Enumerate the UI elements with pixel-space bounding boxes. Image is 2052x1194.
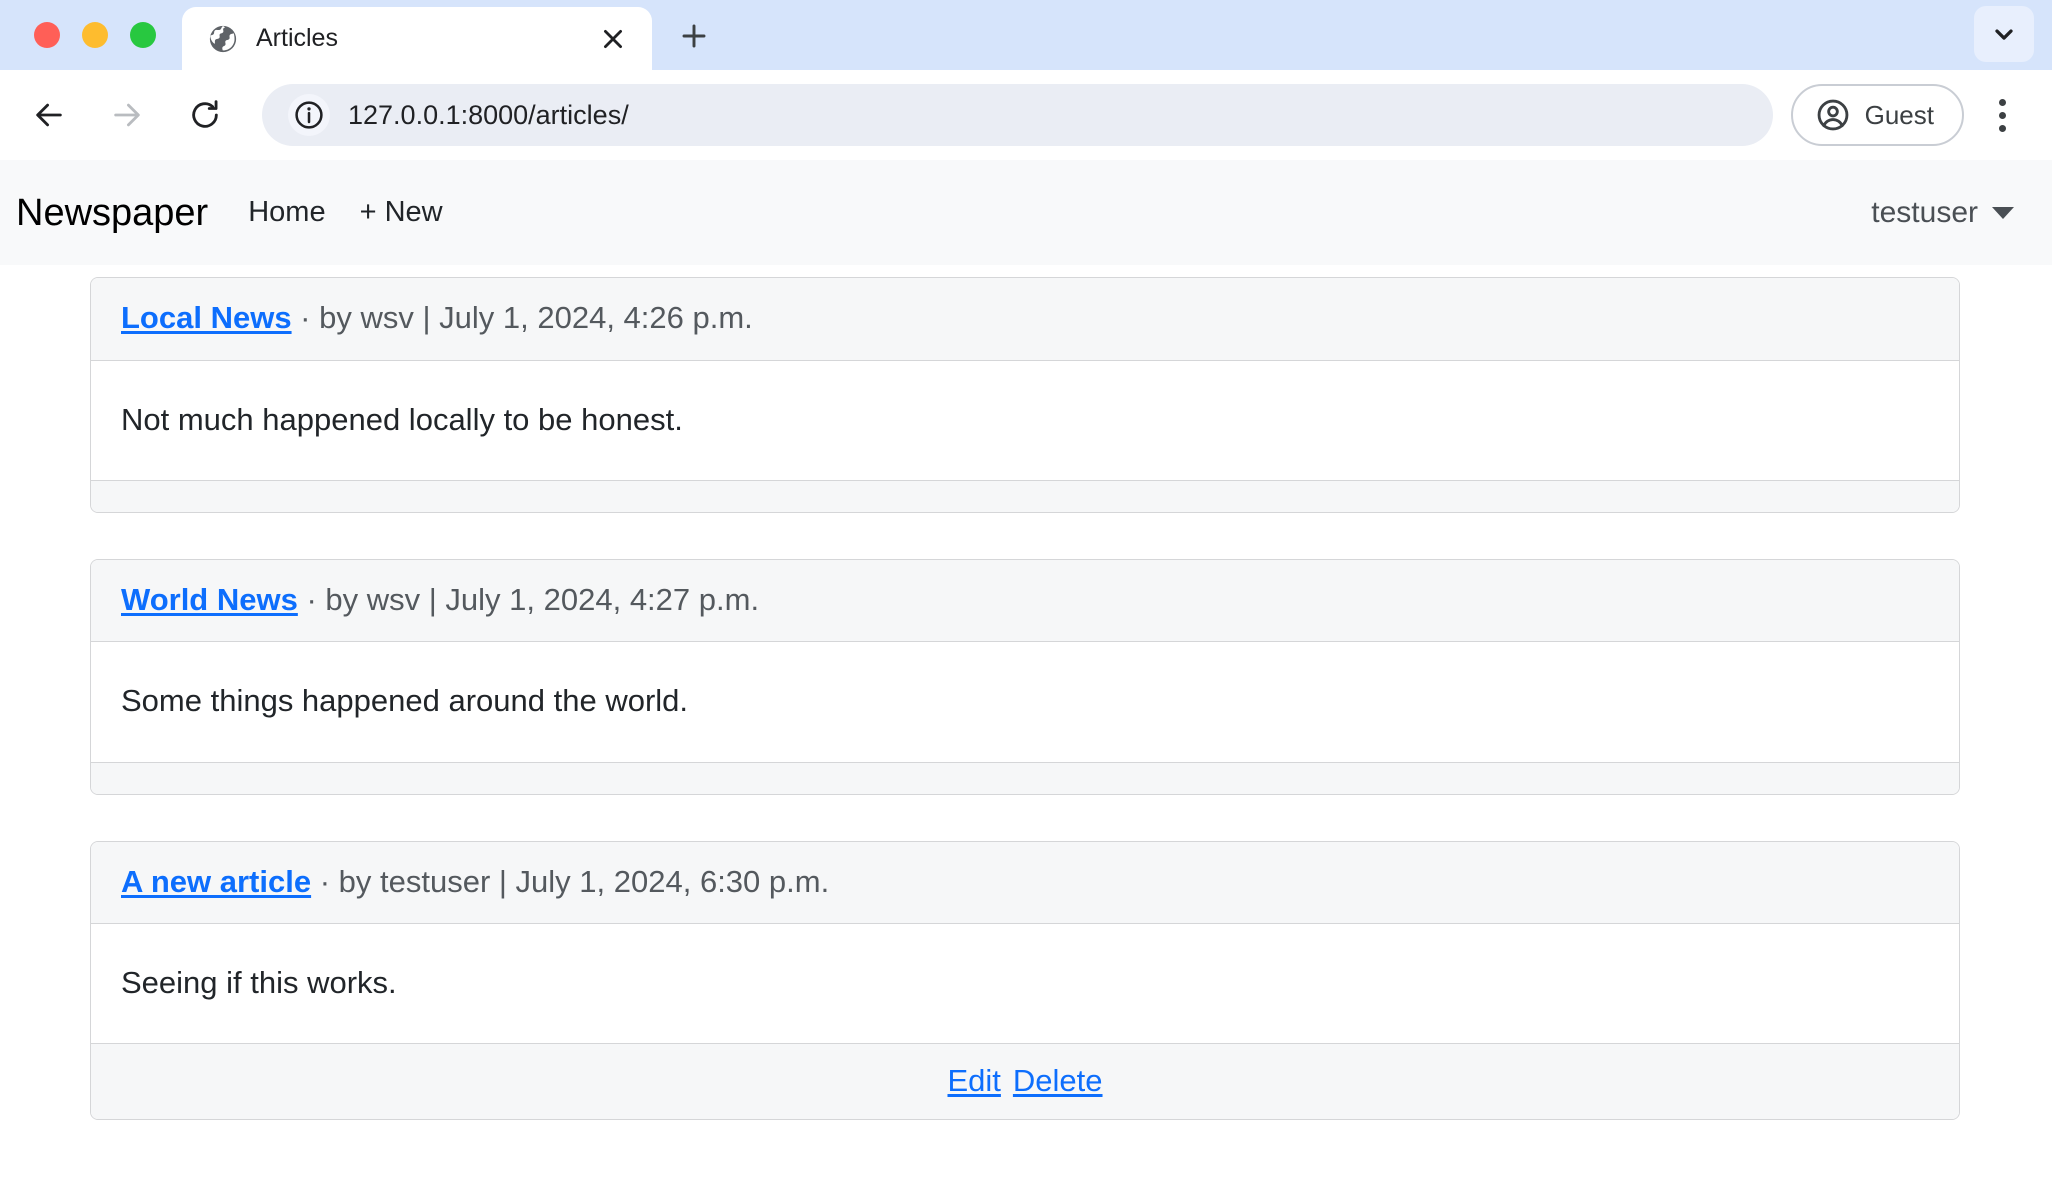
- arrow-right-icon: [114, 103, 140, 127]
- minimize-window-button[interactable]: [82, 22, 108, 48]
- menu-dot: [1998, 111, 2006, 119]
- article-body: Seeing if this works.: [91, 924, 1959, 1044]
- site-nav-links: Home + New: [248, 198, 442, 227]
- article-title-link[interactable]: World News: [121, 582, 298, 617]
- address-bar[interactable]: 127.0.0.1:8000/articles/: [262, 84, 1773, 146]
- browser-toolbar: 127.0.0.1:8000/articles/ Guest: [0, 70, 2052, 160]
- article-card: Local News · by wsv | July 1, 2024, 4:26…: [90, 277, 1960, 513]
- article-card-header: World News · by wsv | July 1, 2024, 4:27…: [91, 559, 1959, 643]
- article-separator: ·: [311, 863, 339, 899]
- close-tab-button[interactable]: [596, 22, 630, 56]
- article-meta: by wsv | July 1, 2024, 4:27 p.m.: [325, 581, 760, 617]
- browser-menu-button[interactable]: [1974, 87, 2030, 143]
- article-card-header: Local News · by wsv | July 1, 2024, 4:26…: [91, 278, 1959, 361]
- article-card-header: A new article · by testuser | July 1, 20…: [91, 841, 1959, 925]
- user-menu-username: testuser: [1871, 195, 1978, 229]
- globe-icon: [209, 25, 237, 52]
- article-separator: ·: [297, 581, 326, 617]
- article-title-link[interactable]: Local News: [121, 300, 292, 335]
- maximize-window-button[interactable]: [130, 22, 156, 48]
- delete-article-link[interactable]: Delete: [1013, 1063, 1103, 1098]
- plus-icon: [682, 24, 706, 48]
- article-body: Not much happened locally to be honest.: [91, 360, 1959, 480]
- menu-dot: [1998, 124, 2006, 132]
- article-card-footer: [91, 761, 1959, 794]
- chevron-down-icon: [1995, 29, 2013, 40]
- user-menu-dropdown[interactable]: testuser: [1871, 195, 2014, 229]
- article-meta: by wsv | July 1, 2024, 4:26 p.m.: [319, 300, 753, 335]
- nav-link-home[interactable]: Home: [248, 198, 325, 227]
- window-controls: [0, 22, 182, 70]
- articles-list: Local News · by wsv | July 1, 2024, 4:26…: [0, 277, 2052, 1121]
- new-tab-button[interactable]: [668, 10, 720, 62]
- article-card: A new article · by testuser | July 1, 20…: [90, 840, 1960, 1121]
- nav-link-new[interactable]: + New: [360, 198, 443, 227]
- profile-name: Guest: [1864, 100, 1934, 130]
- article-separator: ·: [291, 300, 320, 335]
- article-card: World News · by wsv | July 1, 2024, 4:27…: [90, 558, 1960, 795]
- browser-tab-articles[interactable]: Articles: [182, 7, 652, 70]
- reload-button[interactable]: [174, 84, 236, 146]
- article-body: Some things happened around the world.: [91, 642, 1959, 762]
- tab-strip: Articles: [0, 0, 2052, 70]
- edit-article-link[interactable]: Edit: [947, 1063, 1000, 1098]
- reload-icon: [192, 100, 218, 128]
- info-circle-icon: [295, 101, 323, 129]
- tab-title: Articles: [256, 26, 338, 51]
- menu-dot: [1998, 98, 2006, 106]
- close-icon: [604, 29, 622, 48]
- article-title-link[interactable]: A new article: [121, 864, 311, 899]
- page-viewport: Newspaper Home + New testuser Local News…: [0, 160, 2052, 1194]
- profile-button[interactable]: Guest: [1790, 84, 1964, 146]
- article-meta: by testuser | July 1, 2024, 6:30 p.m.: [338, 863, 830, 899]
- arrow-left-icon: [36, 103, 62, 127]
- article-card-footer: [91, 479, 1959, 512]
- caret-down-icon: [1992, 206, 2014, 219]
- tab-list-button[interactable]: [1974, 6, 2034, 62]
- forward-button[interactable]: [96, 84, 158, 146]
- site-navbar: Newspaper Home + New testuser: [0, 160, 2052, 265]
- browser-window: Articles 127.0.0.1:8000/articles/ Guest …: [0, 0, 2052, 1194]
- url-text[interactable]: 127.0.0.1:8000/articles/: [348, 102, 629, 129]
- article-card-footer: Edit Delete: [91, 1043, 1959, 1120]
- site-brand[interactable]: Newspaper: [16, 194, 208, 232]
- back-button[interactable]: [18, 84, 80, 146]
- site-info-button[interactable]: [288, 94, 330, 136]
- close-window-button[interactable]: [34, 22, 60, 48]
- account-circle-icon: [1817, 99, 1849, 131]
